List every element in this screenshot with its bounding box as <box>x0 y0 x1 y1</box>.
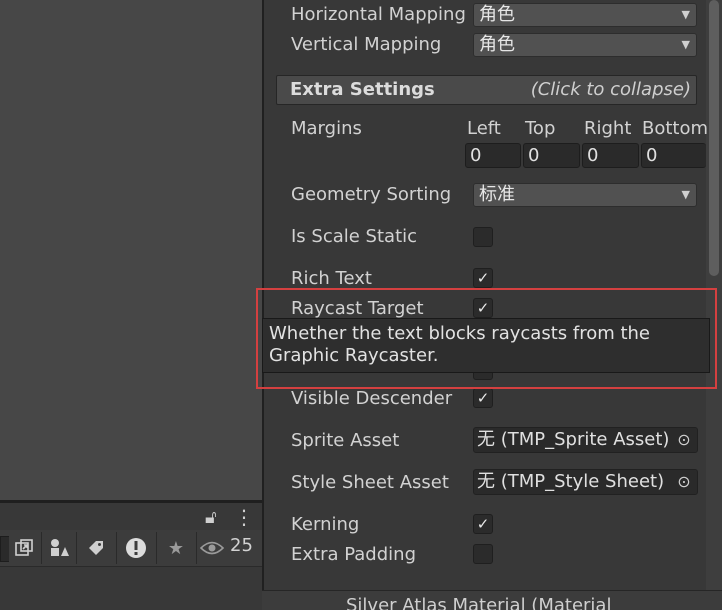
sprite-asset-label: Sprite Asset <box>291 430 400 451</box>
chevron-down-icon: ▼ <box>681 188 690 201</box>
material-title: Silver Atlas Material (Material <box>346 595 612 610</box>
warning-icon[interactable] <box>120 533 152 563</box>
material-header[interactable]: Silver Atlas Material (Material <box>262 590 722 610</box>
highlight-box <box>256 288 717 389</box>
extra-padding-checkbox[interactable] <box>473 544 493 564</box>
project-toolbar: ★ 25 <box>0 530 262 567</box>
style-sheet-asset-label: Style Sheet Asset <box>291 472 449 493</box>
favorite-star-icon[interactable]: ★ <box>160 533 192 563</box>
horizontal-mapping-dropdown[interactable]: 角色 ▼ <box>473 3 697 27</box>
collapse-hint: (Click to collapse) <box>530 79 691 100</box>
margin-bottom-label: Bottom <box>642 118 709 139</box>
sprite-asset-field[interactable]: 无 (TMP_Sprite Asset) ⊙ <box>473 427 698 453</box>
is-scale-static-checkbox[interactable] <box>473 227 493 247</box>
margin-right-label: Right <box>584 118 632 139</box>
scrollbar-thumb[interactable] <box>709 0 719 276</box>
is-scale-static-label: Is Scale Static <box>291 226 418 247</box>
hidden-count: 25 <box>230 535 253 556</box>
extra-padding-label: Extra Padding <box>291 544 416 565</box>
style-sheet-asset-field[interactable]: 无 (TMP_Style Sheet) ⊙ <box>473 469 698 495</box>
margin-right-field[interactable]: 0 <box>582 143 639 168</box>
shapes-icon[interactable] <box>43 533 75 563</box>
margin-top-field[interactable]: 0 <box>523 143 580 168</box>
lock-icon[interactable]: 🔓︎ <box>205 507 217 528</box>
object-picker-icon[interactable]: ⊙ <box>671 428 697 452</box>
rich-text-checkbox[interactable]: ✓ <box>473 268 493 288</box>
kerning-label: Kerning <box>291 514 360 535</box>
margin-left-label: Left <box>467 118 501 139</box>
rich-text-label: Rich Text <box>291 268 372 289</box>
extra-settings-title: Extra Settings <box>290 79 435 100</box>
chevron-down-icon: ▼ <box>681 8 690 21</box>
geometry-sorting-dropdown[interactable]: 标准 ▼ <box>473 183 697 207</box>
vertical-mapping-label: Vertical Mapping <box>291 34 442 55</box>
geometry-sorting-label: Geometry Sorting <box>291 184 452 205</box>
margin-top-label: Top <box>525 118 556 139</box>
filter-by-type-icon[interactable] <box>8 533 40 563</box>
vertical-mapping-dropdown[interactable]: 角色 ▼ <box>473 33 697 57</box>
margin-bottom-field[interactable]: 0 <box>641 143 706 168</box>
eye-icon[interactable] <box>199 533 225 563</box>
kerning-checkbox[interactable]: ✓ <box>473 514 493 534</box>
visible-descender-checkbox[interactable]: ✓ <box>473 388 493 408</box>
extra-settings-foldout[interactable]: Extra Settings (Click to collapse) <box>276 75 697 105</box>
panel-menu-icon[interactable]: ⋮ <box>234 505 254 529</box>
visible-descender-label: Visible Descender <box>291 388 453 409</box>
chevron-down-icon: ▼ <box>681 38 690 51</box>
object-picker-icon[interactable]: ⊙ <box>671 470 697 494</box>
margins-label: Margins <box>291 118 362 139</box>
scene-view[interactable] <box>0 0 262 500</box>
horizontal-mapping-label: Horizontal Mapping <box>291 4 466 25</box>
label-tag-icon[interactable] <box>80 533 112 563</box>
margin-left-field[interactable]: 0 <box>465 143 521 168</box>
